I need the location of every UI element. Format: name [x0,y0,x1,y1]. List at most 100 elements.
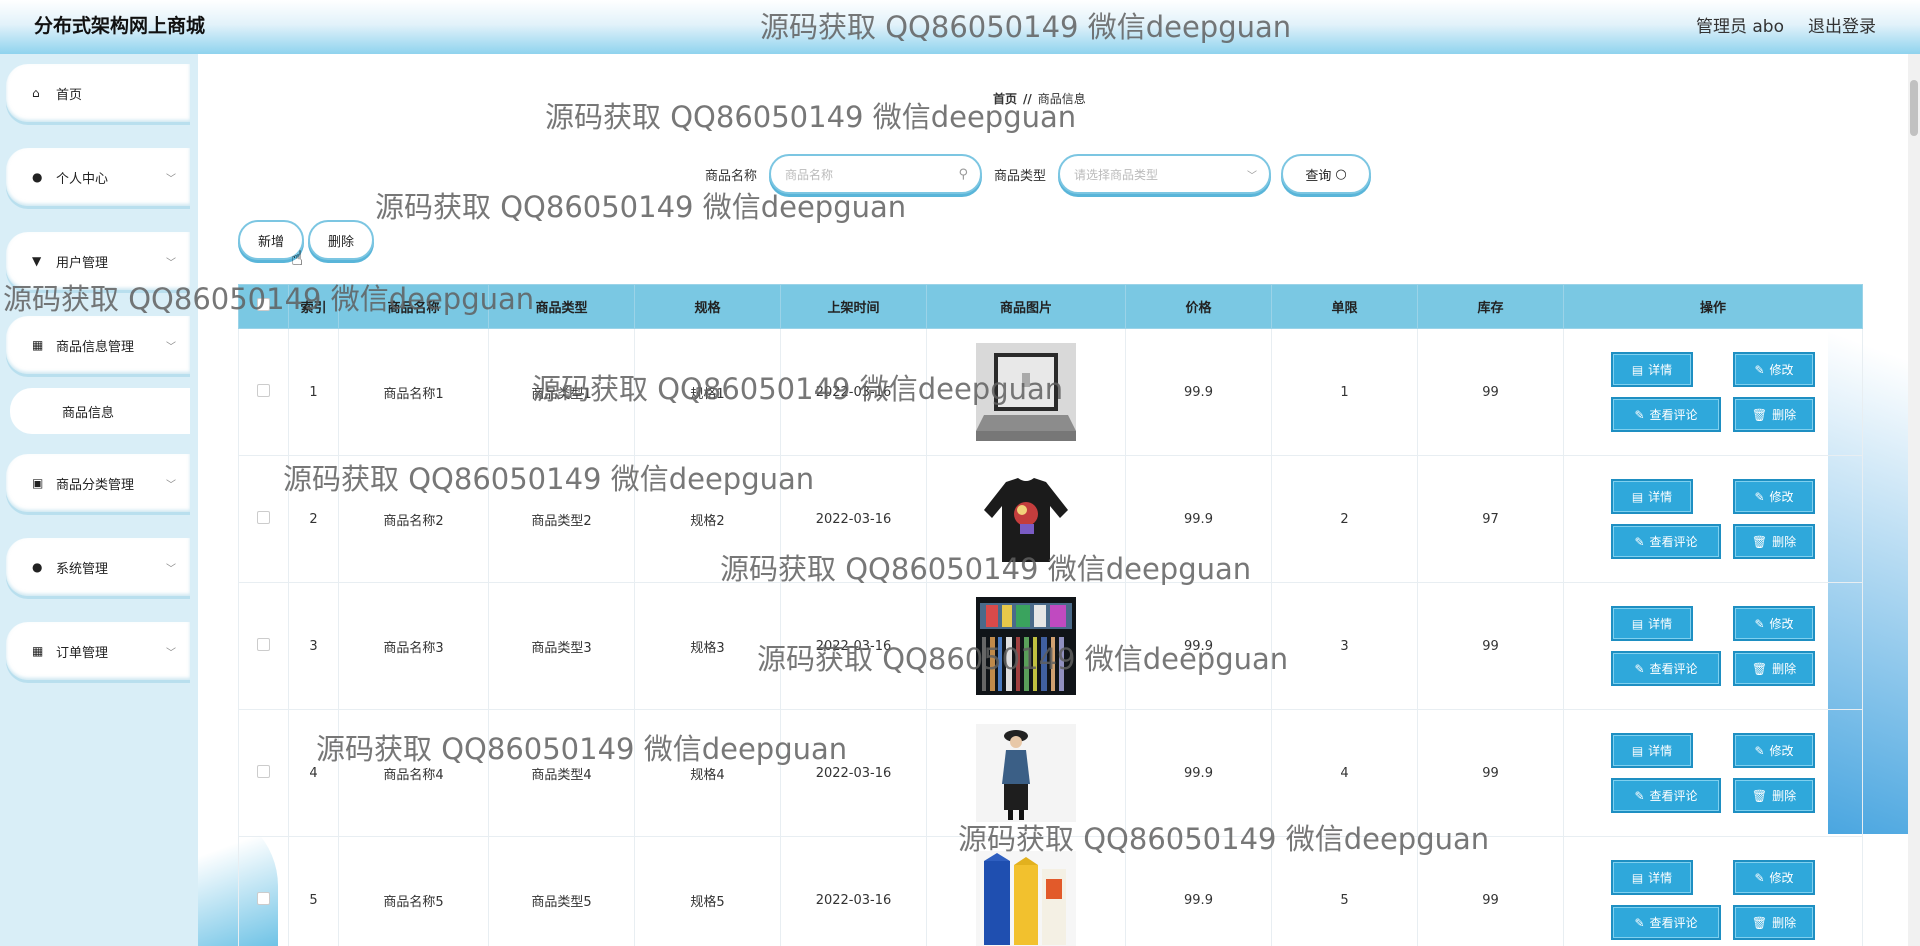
table-header-row: 索引 商品名称 商品类型 规格 上架时间 商品图片 价格 单限 库存 操作 [238,284,1863,329]
cell-product-image [926,709,1126,837]
search-icon: ⚲ [958,166,969,182]
trash-icon: 🗑 [1751,661,1768,676]
view-comments-button[interactable]: ✎ 查看评论 [1611,524,1721,559]
cell-operations: ▤ 详情 ✎ 修改 ✎ 查看评论 🗑 删除 [1563,328,1863,456]
trash-icon: 🗑 [1751,788,1768,803]
document-icon: ▤ [1631,362,1644,377]
cell-product-image [926,582,1126,710]
view-comments-button-label: 查看评论 [1649,535,1698,549]
chevron-down-icon: ﹀ [166,341,176,353]
detail-button[interactable]: ▤ 详情 [1611,860,1693,895]
cell-product-image [926,836,1126,946]
detail-button[interactable]: ▤ 详情 [1611,733,1693,768]
search-bar: 商品名称 商品名称 ⚲ 商品类型 请选择商品类型 ﹀ 查询 ○ [705,154,1372,194]
product-image[interactable] [976,851,1076,946]
select-all-checkbox[interactable] [257,298,270,311]
product-type-label: 商品类型 [994,168,1047,184]
cell-limit: 4 [1271,709,1418,837]
cell-listing-date: 2022-03-16 [780,836,927,946]
query-button-label: 查询 [1305,168,1332,184]
row-checkbox[interactable] [257,764,270,778]
detail-button-label: 详情 [1648,871,1673,885]
edit-button[interactable]: ✎ 修改 [1733,733,1815,768]
cell-product-type: 商品类型3 [488,582,635,710]
batch-delete-button[interactable]: 删除 [308,220,374,260]
column-header: 规格 [634,284,781,329]
sidebar-subitem-product-info[interactable]: 商品信息 [10,388,190,434]
query-button[interactable]: 查询 ○ [1281,154,1372,194]
document-icon: ▤ [1631,489,1644,504]
detail-button[interactable]: ▤ 详情 [1611,479,1693,514]
cell-limit: 1 [1271,328,1418,456]
view-comments-button[interactable]: ✎ 查看评论 [1611,651,1721,686]
cell-listing-date: 2022-03-16 [780,328,927,456]
detail-button[interactable]: ▤ 详情 [1611,606,1693,641]
mouse-pointer-icon: ☝ [291,246,304,270]
cell-product-name: 商品名称1 [338,328,489,456]
delete-button[interactable]: 🗑 删除 [1733,524,1815,559]
cell-spec: 规格3 [634,582,781,710]
view-comments-button-label: 查看评论 [1649,408,1698,422]
delete-button[interactable]: 🗑 删除 [1733,905,1815,940]
edit-button[interactable]: ✎ 修改 [1733,606,1815,641]
cell-operations: ▤ 详情 ✎ 修改 ✎ 查看评论 🗑 删除 [1563,582,1863,710]
edit-button[interactable]: ✎ 修改 [1733,479,1815,514]
product-image[interactable] [976,343,1076,441]
cell-index: 2 [288,455,339,583]
row-checkbox[interactable] [257,637,270,651]
sidebar-item-label: 首页 [56,87,83,103]
cell-stock: 99 [1417,709,1564,837]
view-comments-button[interactable]: ✎ 查看评论 [1611,905,1721,940]
cell-product-type: 商品类型1 [488,328,635,456]
breadcrumb-home[interactable]: 首页 [993,92,1017,106]
cell-product-image [926,455,1126,583]
chevron-down-icon: ﹀ [1247,170,1258,182]
row-checkbox[interactable] [257,891,270,905]
vertical-scrollbar[interactable] [1908,54,1920,946]
cell-index: 4 [288,709,339,837]
cell-listing-date: 2022-03-16 [780,582,927,710]
delete-button[interactable]: 🗑 删除 [1733,397,1815,432]
sidebar-item-order-management[interactable]: ▦ 订单管理 ﹀ [6,622,190,680]
cell-index: 1 [288,328,339,456]
trash-icon: 🗑 [1751,534,1768,549]
column-header: 上架时间 [780,284,927,329]
product-image[interactable] [976,597,1076,695]
view-comments-button[interactable]: ✎ 查看评论 [1611,397,1721,432]
sidebar-item-system-management[interactable]: ● 系统管理 ﹀ [6,538,190,596]
product-name-input[interactable]: 商品名称 ⚲ [769,154,983,194]
delete-button[interactable]: 🗑 删除 [1733,778,1815,813]
edit-button[interactable]: ✎ 修改 [1733,352,1815,387]
current-user[interactable]: 管理员 abo [1696,12,1784,37]
pencil-icon: ✎ [1634,661,1645,676]
sidebar-item-category-management[interactable]: ▣ 商品分类管理 ﹀ [6,454,190,512]
sidebar-item-label: 商品信息管理 [56,339,135,355]
pencil-icon: ✎ [1754,489,1765,504]
row-checkbox[interactable] [257,510,270,524]
edit-button[interactable]: ✎ 修改 [1733,860,1815,895]
logout-link[interactable]: 退出登录 [1808,12,1876,37]
trash-icon: 🗑 [1751,915,1768,930]
cell-listing-date: 2022-03-16 [780,709,927,837]
product-type-placeholder: 请选择商品类型 [1074,167,1159,182]
cell-price: 99.9 [1125,328,1272,456]
select-all-cell [238,284,289,329]
product-image[interactable] [976,470,1076,568]
sidebar-item-product-info-management[interactable]: ▦ 商品信息管理 ﹀ [6,316,190,374]
delete-button-label: 删除 [1772,408,1797,422]
view-comments-button[interactable]: ✎ 查看评论 [1611,778,1721,813]
row-select-cell [238,836,289,946]
sidebar-item-home[interactable]: ⌂ 首页 [6,64,190,122]
search-icon: ○ [1335,166,1347,182]
product-type-select[interactable]: 请选择商品类型 ﹀ [1058,154,1272,194]
scrollbar-thumb[interactable] [1910,80,1918,136]
detail-button[interactable]: ▤ 详情 [1611,352,1693,387]
sidebar-item-personal-center[interactable]: ● 个人中心 ﹀ [6,148,190,206]
delete-button[interactable]: 🗑 删除 [1733,651,1815,686]
product-image[interactable] [976,724,1076,822]
pencil-icon: ✎ [1634,407,1645,422]
row-select-cell [238,455,289,583]
sidebar-item-user-management[interactable]: ▼ 用户管理 ﹀ [6,232,190,290]
row-checkbox[interactable] [257,383,270,397]
detail-button-label: 详情 [1648,617,1673,631]
